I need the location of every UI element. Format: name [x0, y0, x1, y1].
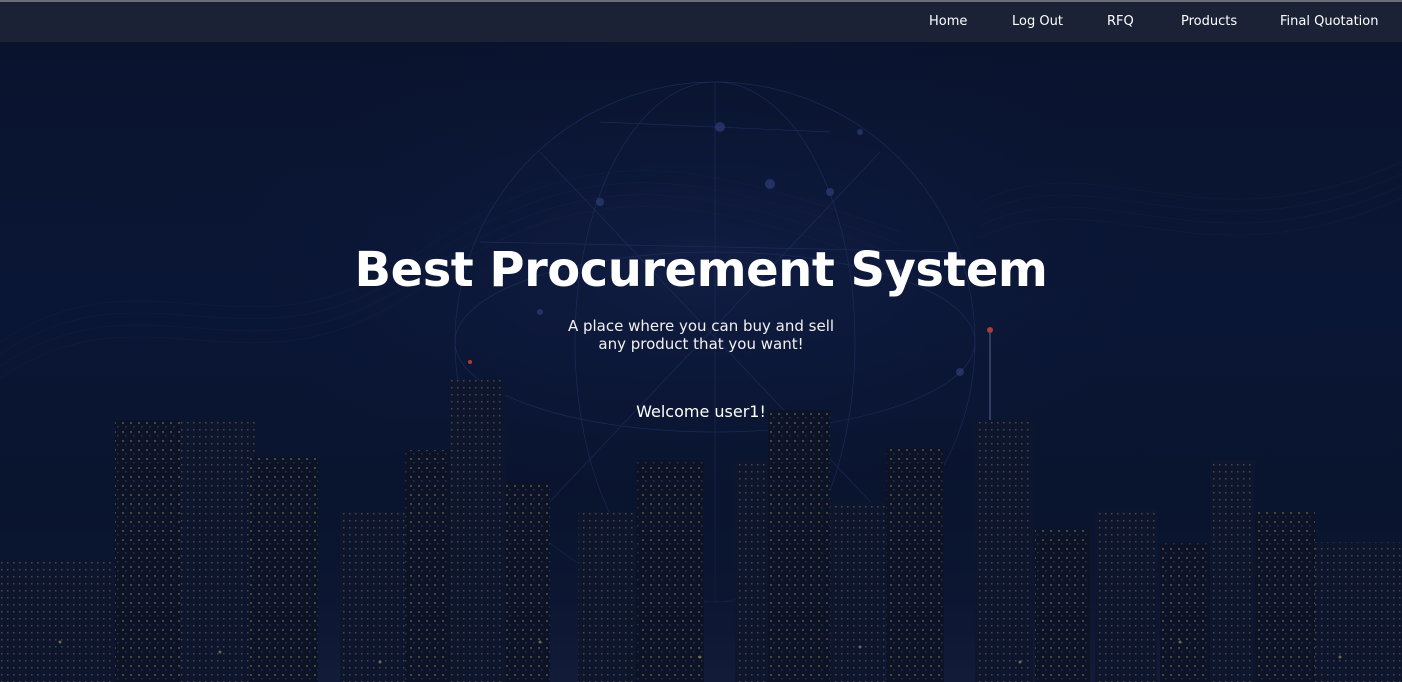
navbar: Home Log Out RFQ Products Final Quotatio… — [0, 2, 1402, 42]
page: Home Log Out RFQ Products Final Quotatio… — [0, 0, 1402, 682]
hero-subtitle-line-1: A place where you can buy and sell — [567, 317, 835, 335]
nav-final-quotation-link[interactable]: Final Quotation — [1280, 14, 1378, 30]
nav-logout-link[interactable]: Log Out — [1012, 14, 1063, 30]
page-title: Best Procurement System — [354, 242, 1048, 298]
nav-rfq-link[interactable]: RFQ — [1107, 14, 1134, 30]
city-skyline-background-image — [0, 42, 1402, 682]
hero-subtitle-line-2: any product that you want! — [598, 335, 804, 353]
nav-products-link[interactable]: Products — [1181, 14, 1237, 30]
nav-home-link[interactable]: Home — [929, 14, 967, 30]
welcome-message: Welcome user1! — [636, 402, 766, 421]
